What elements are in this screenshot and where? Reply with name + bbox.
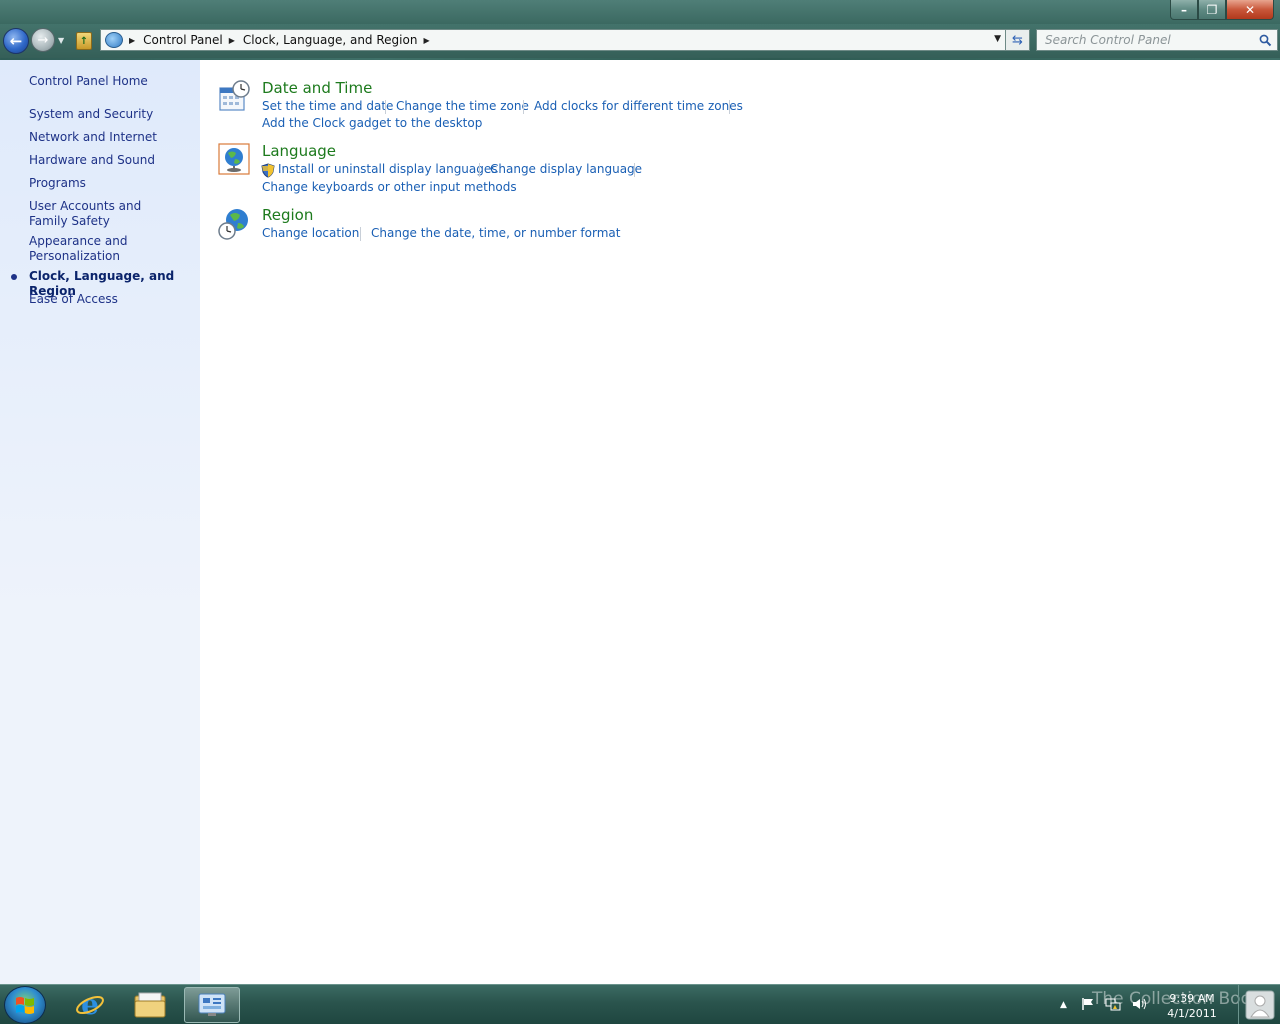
title-bar: – ❐ ✕ bbox=[0, 0, 1280, 24]
taskbar-clock[interactable]: 9:39 AM 4/1/2011 bbox=[1160, 991, 1224, 1021]
task-change-keyboards[interactable]: Change keyboards or other input methods bbox=[262, 180, 517, 194]
sidebar-control-panel-home[interactable]: Control Panel Home bbox=[29, 74, 194, 89]
show-hidden-icons-icon[interactable]: ▲ bbox=[1060, 1000, 1067, 1010]
search-box[interactable]: Search Control Panel bbox=[1036, 29, 1278, 51]
task-add-clocks[interactable]: Add clocks for different time zones bbox=[534, 99, 743, 113]
current-item-bullet-icon bbox=[11, 274, 17, 280]
sidebar-item-appearance[interactable]: Appearance and Personalization bbox=[29, 234, 139, 264]
forward-button[interactable]: → bbox=[31, 28, 55, 52]
maximize-button[interactable]: ❐ bbox=[1198, 0, 1226, 20]
windows-logo-icon bbox=[16, 997, 34, 1014]
control-panel-taskbar-button[interactable] bbox=[184, 987, 240, 1023]
task-separator bbox=[360, 227, 361, 241]
main-panel: Date and Time Set the time and date Chan… bbox=[200, 60, 1280, 984]
internet-explorer-taskbar-button[interactable]: e bbox=[62, 987, 118, 1023]
windows-explorer-taskbar-button[interactable] bbox=[122, 987, 178, 1023]
sidebar-item-user-accounts[interactable]: User Accounts and Family Safety bbox=[29, 199, 179, 229]
globe-clock-icon[interactable] bbox=[218, 207, 250, 240]
refresh-icon: ⇆ bbox=[1012, 32, 1023, 48]
control-panel-icon bbox=[198, 993, 226, 1016]
breadcrumb-arrow-icon[interactable]: ▶ bbox=[423, 36, 429, 45]
task-change-display-language[interactable]: Change display language bbox=[490, 162, 642, 176]
user-avatar-icon bbox=[1245, 990, 1274, 1020]
task-add-clock-gadget[interactable]: Add the Clock gadget to the desktop bbox=[262, 116, 482, 130]
minimize-button[interactable]: – bbox=[1170, 0, 1198, 20]
taskbar: e The Collection Book ▲ 9:39 AM 4/1/2011 bbox=[0, 984, 1280, 1024]
address-dropdown-icon[interactable]: ▼ bbox=[994, 34, 1001, 44]
task-change-date-time-number-format[interactable]: Change the date, time, or number format bbox=[371, 226, 620, 240]
action-center-flag-icon[interactable] bbox=[1081, 997, 1095, 1014]
show-desktop-button[interactable] bbox=[1238, 985, 1280, 1024]
sidebar-item-hardware-sound[interactable]: Hardware and Sound bbox=[29, 153, 194, 168]
sidebar: Control Panel Home System and Security N… bbox=[0, 60, 200, 984]
task-separator bbox=[523, 100, 524, 114]
svg-text:e: e bbox=[81, 990, 99, 1020]
recent-pages-dropdown-icon[interactable]: ▼ bbox=[58, 36, 64, 45]
volume-icon[interactable] bbox=[1131, 997, 1147, 1014]
uac-shield-icon bbox=[261, 163, 275, 181]
sidebar-item-system-security[interactable]: System and Security bbox=[29, 107, 194, 122]
clock-date: 4/1/2011 bbox=[1167, 1007, 1217, 1020]
clock-time: 9:39 AM bbox=[1169, 992, 1215, 1005]
windows-explorer-icon bbox=[134, 992, 166, 1018]
task-separator bbox=[634, 163, 635, 177]
calendar-clock-icon[interactable] bbox=[218, 80, 250, 112]
sidebar-item-ease-of-access[interactable]: Ease of Access bbox=[29, 292, 194, 307]
refresh-button[interactable]: ⇆ bbox=[1006, 29, 1030, 51]
task-install-display-languages[interactable]: Install or uninstall display languages bbox=[278, 162, 498, 176]
category-date-time-title[interactable]: Date and Time bbox=[262, 79, 372, 97]
category-language-title[interactable]: Language bbox=[262, 142, 336, 160]
breadcrumb-control-panel[interactable]: Control Panel bbox=[143, 33, 223, 47]
content-area: Control Panel Home System and Security N… bbox=[0, 60, 1280, 984]
search-input[interactable]: Search Control Panel bbox=[1037, 33, 1256, 47]
internet-explorer-icon: e bbox=[76, 990, 104, 1020]
task-separator bbox=[385, 100, 386, 114]
breadcrumb-arrow-icon[interactable]: ▶ bbox=[229, 36, 235, 45]
category-region-title[interactable]: Region bbox=[262, 206, 313, 224]
back-button[interactable]: ← bbox=[3, 28, 29, 54]
up-folder-button[interactable]: ↑ bbox=[76, 32, 92, 50]
window-controls: – ❐ ✕ bbox=[1170, 0, 1274, 20]
task-separator bbox=[479, 163, 480, 177]
start-button[interactable] bbox=[4, 986, 46, 1024]
breadcrumb-clock-language-region[interactable]: Clock, Language, and Region bbox=[243, 33, 418, 47]
task-set-time-date[interactable]: Set the time and date bbox=[262, 99, 393, 113]
search-icon[interactable] bbox=[1256, 31, 1274, 49]
close-button[interactable]: ✕ bbox=[1226, 0, 1274, 20]
task-change-time-zone[interactable]: Change the time zone bbox=[396, 99, 529, 113]
notification-area: ▲ bbox=[1060, 985, 1147, 1024]
task-change-location[interactable]: Change location bbox=[262, 226, 359, 240]
sidebar-item-programs[interactable]: Programs bbox=[29, 176, 194, 191]
sidebar-item-network-internet[interactable]: Network and Internet bbox=[29, 130, 194, 145]
control-panel-address-icon bbox=[105, 32, 123, 48]
network-icon[interactable] bbox=[1105, 997, 1121, 1014]
task-separator bbox=[729, 100, 730, 114]
breadcrumb-arrow-icon[interactable]: ▶ bbox=[129, 36, 135, 45]
globe-language-icon[interactable] bbox=[218, 143, 250, 175]
address-bar[interactable]: ▶ Control Panel ▶ Clock, Language, and R… bbox=[100, 29, 1006, 51]
